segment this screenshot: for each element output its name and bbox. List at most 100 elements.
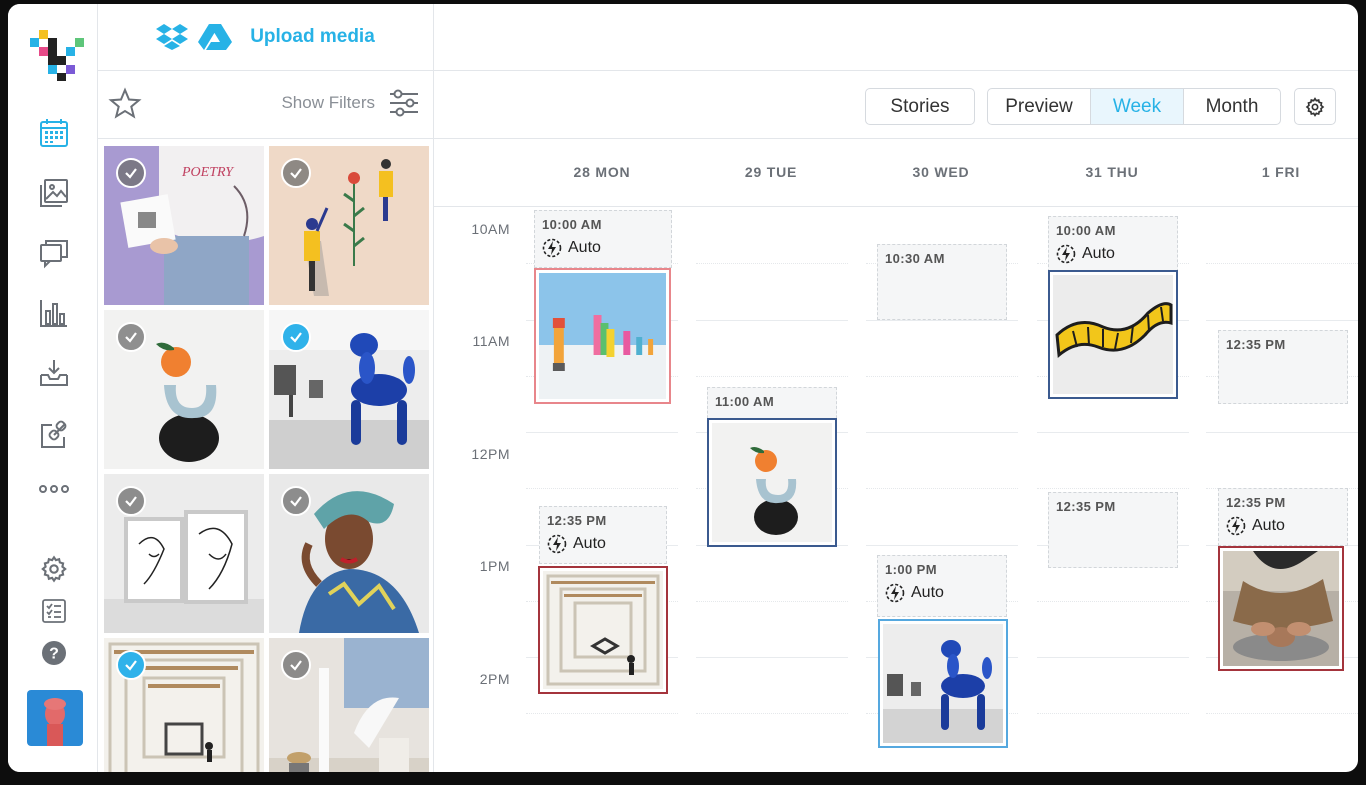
checked-icon[interactable] bbox=[281, 322, 311, 352]
unchecked-icon[interactable] bbox=[116, 322, 146, 352]
hour-gridline bbox=[866, 432, 1018, 433]
hour-gridline bbox=[866, 545, 1018, 546]
svg-text:POETRY: POETRY bbox=[181, 165, 235, 180]
scheduled-post-desert-rocks[interactable] bbox=[534, 268, 671, 404]
analytics-icon[interactable] bbox=[37, 296, 71, 330]
day-header-mon: 28 MON bbox=[573, 164, 631, 180]
upload-bar: Upload media bbox=[98, 4, 433, 71]
help-icon[interactable]: ? bbox=[37, 636, 71, 670]
gallery-icon[interactable] bbox=[37, 176, 71, 210]
time-label-2pm: 2PM bbox=[479, 671, 510, 687]
calendar-icon[interactable] bbox=[37, 116, 71, 150]
media-thumb-line-art[interactable] bbox=[104, 474, 264, 633]
slot-time: 12:35 PM bbox=[547, 513, 607, 528]
slot-wed-1030[interactable]: 10:30 AM bbox=[877, 244, 1007, 320]
slot-time: 12:35 PM bbox=[1056, 499, 1116, 514]
google-drive-icon[interactable] bbox=[198, 23, 233, 51]
media-thumb-library[interactable] bbox=[104, 638, 264, 772]
slot-thu-1000[interactable]: 10:00 AM Auto bbox=[1048, 216, 1178, 272]
checked-icon[interactable] bbox=[116, 650, 146, 680]
scheduled-post-pottery[interactable] bbox=[1218, 546, 1344, 671]
slot-wed-1300[interactable]: 1:00 PM Auto bbox=[877, 555, 1007, 617]
slot-time: 10:30 AM bbox=[885, 251, 945, 266]
media-library-panel: Upload media Show Filters POETRY bbox=[98, 4, 434, 772]
half-hour-gridline bbox=[866, 376, 1018, 377]
show-filters-button[interactable]: Show Filters bbox=[281, 93, 375, 113]
half-hour-gridline bbox=[696, 601, 848, 602]
preview-tab[interactable]: Preview bbox=[988, 89, 1091, 124]
unchecked-icon[interactable] bbox=[281, 158, 311, 188]
filter-sliders-icon[interactable] bbox=[387, 86, 421, 125]
settings-icon[interactable] bbox=[37, 552, 71, 586]
time-label-12pm: 12PM bbox=[471, 446, 510, 462]
half-hour-gridline bbox=[696, 713, 848, 714]
hour-gridline bbox=[696, 320, 848, 321]
star-icon[interactable] bbox=[108, 87, 142, 126]
media-thumb-woman-turban[interactable] bbox=[269, 474, 429, 633]
scheduled-post-yellow-sculpture[interactable] bbox=[1048, 270, 1178, 399]
calendar-settings-button[interactable] bbox=[1294, 88, 1336, 125]
auto-label: Auto bbox=[568, 239, 601, 256]
conversations-icon[interactable] bbox=[37, 236, 71, 270]
filter-bar: Show Filters bbox=[98, 71, 433, 139]
upload-media-button[interactable]: Upload media bbox=[250, 26, 375, 48]
day-header-wed: 30 WED bbox=[912, 164, 970, 180]
half-hour-gridline bbox=[866, 488, 1018, 489]
slot-fri-1235[interactable]: 12:35 PM Auto bbox=[1218, 488, 1348, 546]
slot-time: 10:00 AM bbox=[1056, 223, 1116, 238]
unchecked-icon[interactable] bbox=[116, 158, 146, 188]
unchecked-icon[interactable] bbox=[116, 486, 146, 516]
avatar[interactable] bbox=[27, 690, 83, 746]
svg-text:?: ? bbox=[49, 646, 59, 663]
half-hour-gridline bbox=[1037, 713, 1189, 714]
slot-fri-1235-empty[interactable]: 12:35 PM bbox=[1218, 330, 1348, 404]
checklist-icon[interactable] bbox=[37, 594, 71, 628]
media-thumb-orange-sculpture[interactable] bbox=[104, 310, 264, 469]
half-hour-gridline bbox=[696, 263, 848, 264]
hour-gridline bbox=[1037, 657, 1189, 658]
scheduled-post-library[interactable] bbox=[538, 566, 668, 694]
media-grid: POETRY bbox=[104, 146, 430, 772]
auto-label: Auto bbox=[911, 584, 944, 601]
hour-gridline bbox=[1206, 432, 1358, 433]
link-in-bio-icon[interactable] bbox=[37, 418, 71, 452]
slot-time: 12:35 PM bbox=[1226, 337, 1286, 352]
slot-mon-1000[interactable]: 10:00 AM Auto bbox=[534, 210, 672, 268]
dropbox-icon[interactable] bbox=[156, 23, 189, 51]
unchecked-icon[interactable] bbox=[281, 486, 311, 516]
calendar-area: Stories Preview Week Month 28 MON 29 TUE… bbox=[434, 4, 1358, 772]
gear-icon bbox=[1305, 96, 1325, 117]
auto-publish: Auto bbox=[542, 238, 601, 258]
slot-mon-1235[interactable]: 12:35 PM Auto bbox=[539, 506, 667, 564]
slot-thu-1235[interactable]: 12:35 PM bbox=[1048, 492, 1178, 568]
auto-publish: Auto bbox=[1056, 244, 1115, 264]
app-window: ? Upload media Show Filters POETRY Stori… bbox=[8, 4, 1358, 772]
hour-gridline bbox=[1037, 432, 1189, 433]
media-thumb-poetry-shirt[interactable]: POETRY bbox=[104, 146, 264, 305]
time-label-11am: 11AM bbox=[472, 333, 510, 349]
header-divider bbox=[434, 206, 1358, 207]
week-tab[interactable]: Week bbox=[1091, 89, 1184, 124]
scheduled-post-balloon-dog[interactable] bbox=[878, 619, 1008, 748]
media-thumb-white-sculptures[interactable] bbox=[269, 638, 429, 772]
nav-rail: ? bbox=[8, 4, 98, 772]
scheduled-post-orange-sculpture[interactable] bbox=[707, 418, 837, 547]
auto-publish: Auto bbox=[547, 534, 606, 554]
media-thumb-balloon-dog[interactable] bbox=[269, 310, 429, 469]
auto-publish-icon bbox=[1056, 244, 1076, 264]
unchecked-icon[interactable] bbox=[281, 650, 311, 680]
day-header-thu: 31 THU bbox=[1085, 164, 1139, 180]
hour-gridline bbox=[526, 432, 678, 433]
half-hour-gridline bbox=[526, 488, 678, 489]
stories-button[interactable]: Stories bbox=[865, 88, 975, 125]
inbox-download-icon[interactable] bbox=[37, 356, 71, 390]
calendar-toolbar: Stories Preview Week Month bbox=[434, 71, 1358, 139]
more-icon[interactable] bbox=[37, 472, 71, 506]
app-logo bbox=[30, 30, 84, 81]
hour-gridline bbox=[1206, 320, 1358, 321]
month-tab[interactable]: Month bbox=[1184, 89, 1280, 124]
auto-publish-icon bbox=[547, 534, 567, 554]
media-thumb-illustration[interactable] bbox=[269, 146, 429, 305]
auto-label: Auto bbox=[573, 535, 606, 552]
slot-time: 12:35 PM bbox=[1226, 495, 1286, 510]
